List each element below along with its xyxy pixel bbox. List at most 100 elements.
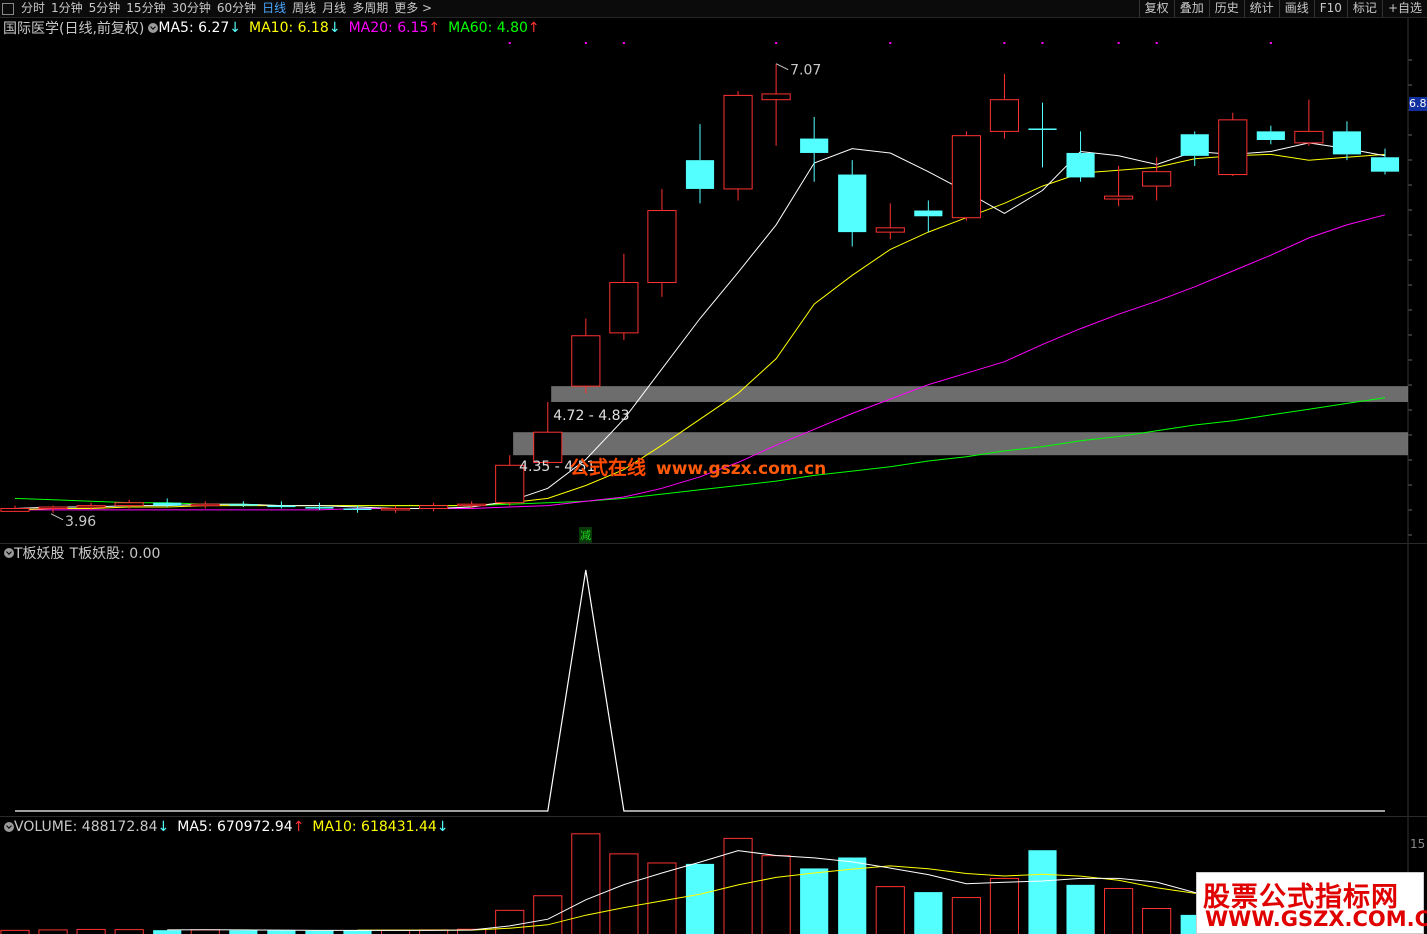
volume-bar-down xyxy=(800,868,829,934)
candle-up xyxy=(1218,119,1248,176)
volume-bar-down xyxy=(343,930,372,934)
signal-dot xyxy=(508,42,511,44)
signal-dot xyxy=(1269,42,1272,44)
site-logo: 股票公式指标网 WWW.GSZX.COM.CN xyxy=(1196,872,1427,934)
low-pointer xyxy=(50,513,64,521)
indicator-value: T板妖股: 0.00 xyxy=(69,546,161,562)
candle-up xyxy=(609,282,639,334)
signal-badge: 减 xyxy=(579,527,592,543)
candle-up xyxy=(571,335,601,387)
indicator-title: T板妖股 xyxy=(14,546,65,562)
candle-up xyxy=(0,507,30,512)
logo-line2: WWW.GSZX.COM.CN xyxy=(1205,907,1427,931)
price-zone-band xyxy=(551,386,1408,402)
indicator-menu-icon[interactable] xyxy=(4,822,14,832)
candle-down xyxy=(267,505,296,508)
signal-dot xyxy=(1155,42,1158,44)
low-price-label: 3.96 xyxy=(65,514,96,530)
indicator-menu-icon[interactable] xyxy=(4,548,14,558)
candle-down xyxy=(229,504,258,506)
panel-divider[interactable] xyxy=(0,543,1427,544)
candle-down xyxy=(305,507,334,509)
candle-up xyxy=(761,93,791,101)
volume-axis-tick: 15 xyxy=(1410,837,1426,851)
candle-up xyxy=(114,502,144,507)
watermark-cn: 公式在线 xyxy=(570,457,647,479)
indicator-panel-header: T板妖股 T板妖股: 0.00 xyxy=(0,543,160,563)
volume-arrow: ↓ xyxy=(157,819,170,835)
candle-down xyxy=(343,508,372,510)
candle-down xyxy=(1256,131,1285,140)
candle-down xyxy=(1332,131,1362,155)
volume-ma5-label: MA5: 670972.94 xyxy=(177,819,293,835)
volume-bar-up xyxy=(533,895,563,934)
candle-down xyxy=(685,160,715,189)
price-zone-band xyxy=(513,432,1408,456)
candle-up xyxy=(38,506,68,510)
candle-down xyxy=(153,502,182,506)
high-pointer xyxy=(775,63,789,71)
volume-bar-down xyxy=(914,892,943,934)
volume-bar-up xyxy=(609,853,639,934)
volume-bar-up xyxy=(571,833,601,934)
volume-bar-up xyxy=(875,886,905,934)
volume-bar-up xyxy=(761,855,791,934)
candle-down xyxy=(914,210,943,217)
candle-down xyxy=(838,174,867,233)
volume-bar-up xyxy=(1104,887,1134,934)
volume-bar-down xyxy=(685,863,715,934)
candle-up xyxy=(419,505,449,509)
volume-panel-header: VOLUME: 488172.84 ↓ MA5: 670972.94 ↑ MA1… xyxy=(0,817,449,837)
candle-down xyxy=(800,138,829,153)
candle-down xyxy=(1180,134,1209,156)
candle-down xyxy=(1066,152,1095,178)
signal-dot xyxy=(1003,42,1006,44)
volume-bar-up xyxy=(989,877,1020,934)
volume-bar-down xyxy=(267,930,296,934)
candle-up xyxy=(647,210,677,283)
candle-up xyxy=(190,503,220,507)
candle-up xyxy=(1142,171,1172,187)
volume-bar-up xyxy=(723,837,753,934)
candle-up xyxy=(76,505,106,508)
candle-up xyxy=(989,99,1020,132)
volume-bar-down xyxy=(1028,850,1057,934)
signal-dot xyxy=(1041,42,1044,44)
volume-bar-down xyxy=(1066,884,1095,934)
high-price-label: 7.07 xyxy=(790,63,821,79)
volume-bar-down xyxy=(153,930,182,934)
volume-bar-up xyxy=(1142,908,1172,934)
volume-bar-up xyxy=(495,909,525,934)
t-indicator-line xyxy=(15,569,1385,812)
candle-up xyxy=(723,94,753,190)
volume-bar-up xyxy=(0,929,30,934)
volume-bar-up xyxy=(76,928,106,934)
price-tag: 6.8 xyxy=(1409,97,1427,111)
signal-dot xyxy=(775,42,778,44)
zone-label: 4.72 - 4.83 xyxy=(553,408,629,424)
candle-up xyxy=(951,135,981,219)
candle-up xyxy=(457,503,487,507)
volume-ma10-arrow: ↓ xyxy=(436,819,449,835)
volume-bar-down xyxy=(229,930,258,934)
candle-up xyxy=(875,227,905,233)
volume-bar-up xyxy=(951,897,981,934)
volume-bar-up xyxy=(38,929,68,934)
signal-dot xyxy=(1117,42,1120,44)
candle-up xyxy=(1104,195,1134,200)
volume-label: VOLUME: 488172.84 xyxy=(14,819,158,835)
volume-bar-up xyxy=(647,862,677,934)
price-axis[interactable]: 6.8 15 xyxy=(1408,18,1427,934)
volume-ma5-arrow: ↑ xyxy=(292,819,305,835)
candle-up xyxy=(380,507,411,511)
volume-ma10-label: MA10: 618431.44 xyxy=(312,819,437,835)
watermark-url: www.gszx.com.cn xyxy=(656,459,827,479)
volume-bar-up xyxy=(114,929,144,934)
signal-dot xyxy=(584,42,587,44)
volume-bar-up xyxy=(190,929,220,934)
candle-up xyxy=(1294,130,1324,144)
candle-up xyxy=(533,431,563,463)
watermark-text: 公式在线 www.gszx.com.cn xyxy=(570,453,826,480)
candle-down xyxy=(1370,157,1400,172)
candle-down xyxy=(1028,128,1057,130)
